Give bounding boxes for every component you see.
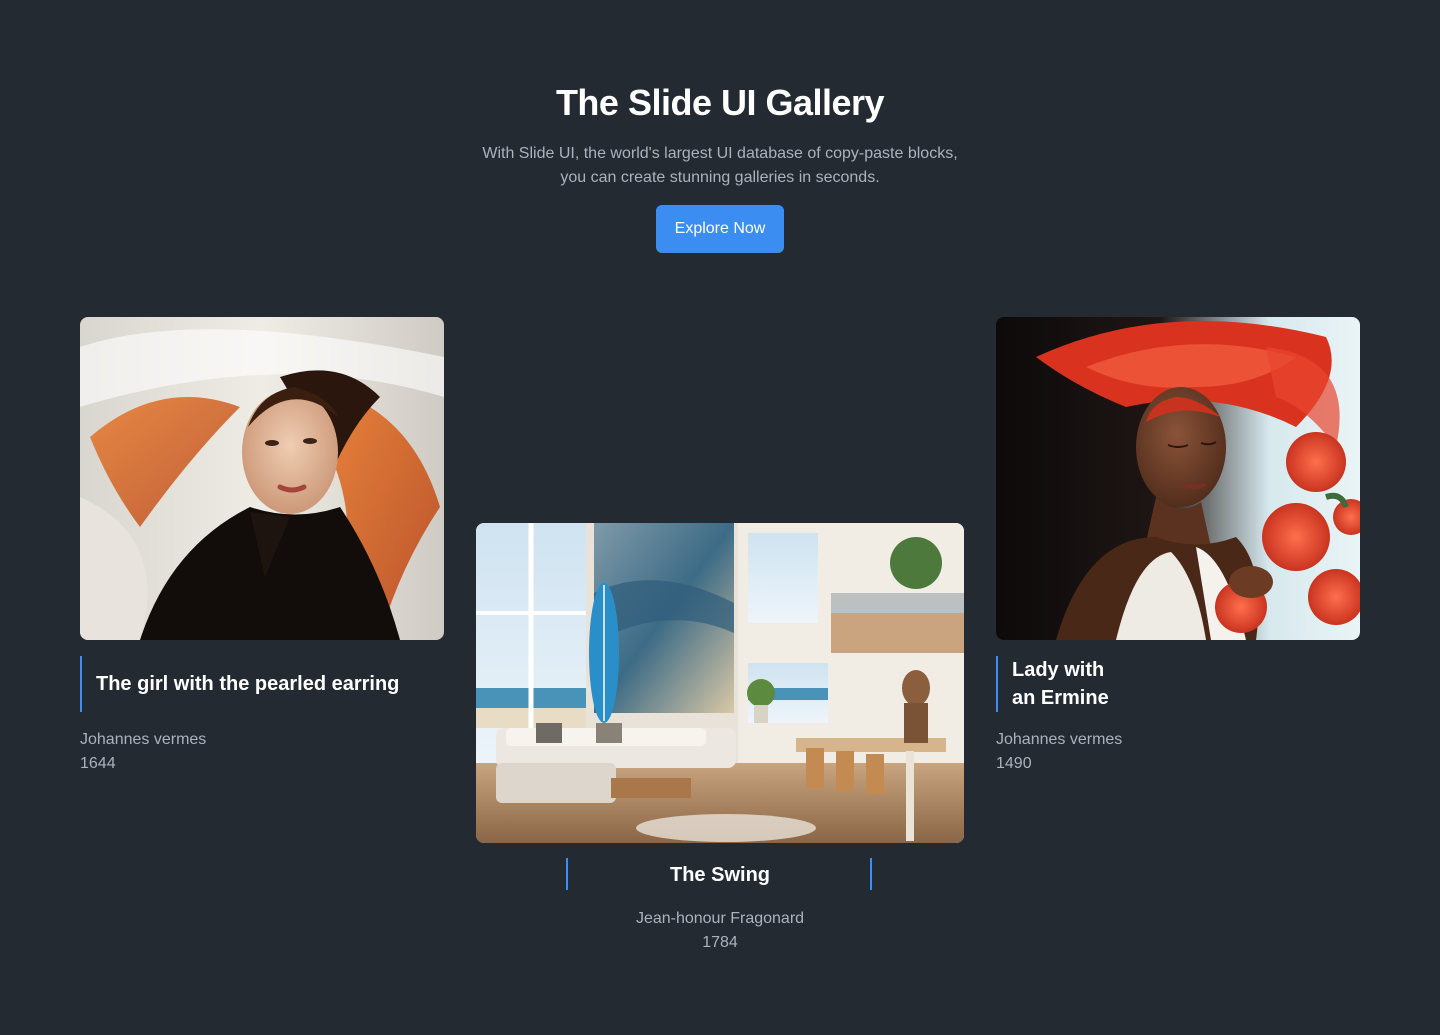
artwork-title[interactable]: The Swing — [476, 861, 964, 889]
artwork-title[interactable]: Lady with an Ermine — [1012, 656, 1152, 712]
artist-name: Johannes vermes — [80, 731, 207, 748]
artwork-title-line-1: Lady with — [1012, 659, 1105, 681]
page-title: The Slide UI Gallery — [555, 82, 885, 123]
artwork-title-line-2: an Ermine — [1012, 687, 1109, 709]
artwork-meta: Jean-honour Fragonard 1784 — [476, 907, 964, 955]
title-accent-bar — [996, 656, 998, 712]
gallery-card-the-swing[interactable]: The Swing Jean-honour Fragonard 1784 — [476, 523, 964, 963]
artwork-year: 1490 — [996, 755, 1032, 772]
hero-subtitle-line-1: With Slide UI, the world's largest UI da… — [482, 145, 958, 162]
artwork-meta: Johannes vermes 1644 — [80, 728, 206, 776]
hero-subtitle-line-2: you can create stunning galleries in sec… — [560, 169, 880, 186]
gallery-image-woman-red-hat[interactable] — [996, 317, 1360, 640]
gallery-image-living-room[interactable] — [476, 523, 964, 843]
explore-now-button[interactable]: Explore Now — [656, 205, 784, 253]
gallery-image-portrait-woman[interactable] — [80, 317, 444, 640]
artwork-year: 1644 — [80, 755, 116, 772]
artist-name: Johannes vermes — [996, 731, 1123, 748]
gallery-card-pearled-earring[interactable]: The girl with the pearled earring Johann… — [80, 317, 444, 787]
artwork-meta: Johannes vermes 1490 — [996, 728, 1122, 776]
artwork-year: 1784 — [702, 934, 738, 951]
artist-name: Jean-honour Fragonard — [635, 910, 805, 927]
hero-subtitle: With Slide UI, the world's largest UI da… — [420, 142, 1020, 190]
gallery-card-lady-with-ermine[interactable]: Lady with an Ermine Johannes vermes 1490 — [996, 317, 1360, 787]
artwork-title[interactable]: The girl with the pearled earring — [96, 670, 436, 698]
title-accent-bar — [80, 656, 82, 712]
